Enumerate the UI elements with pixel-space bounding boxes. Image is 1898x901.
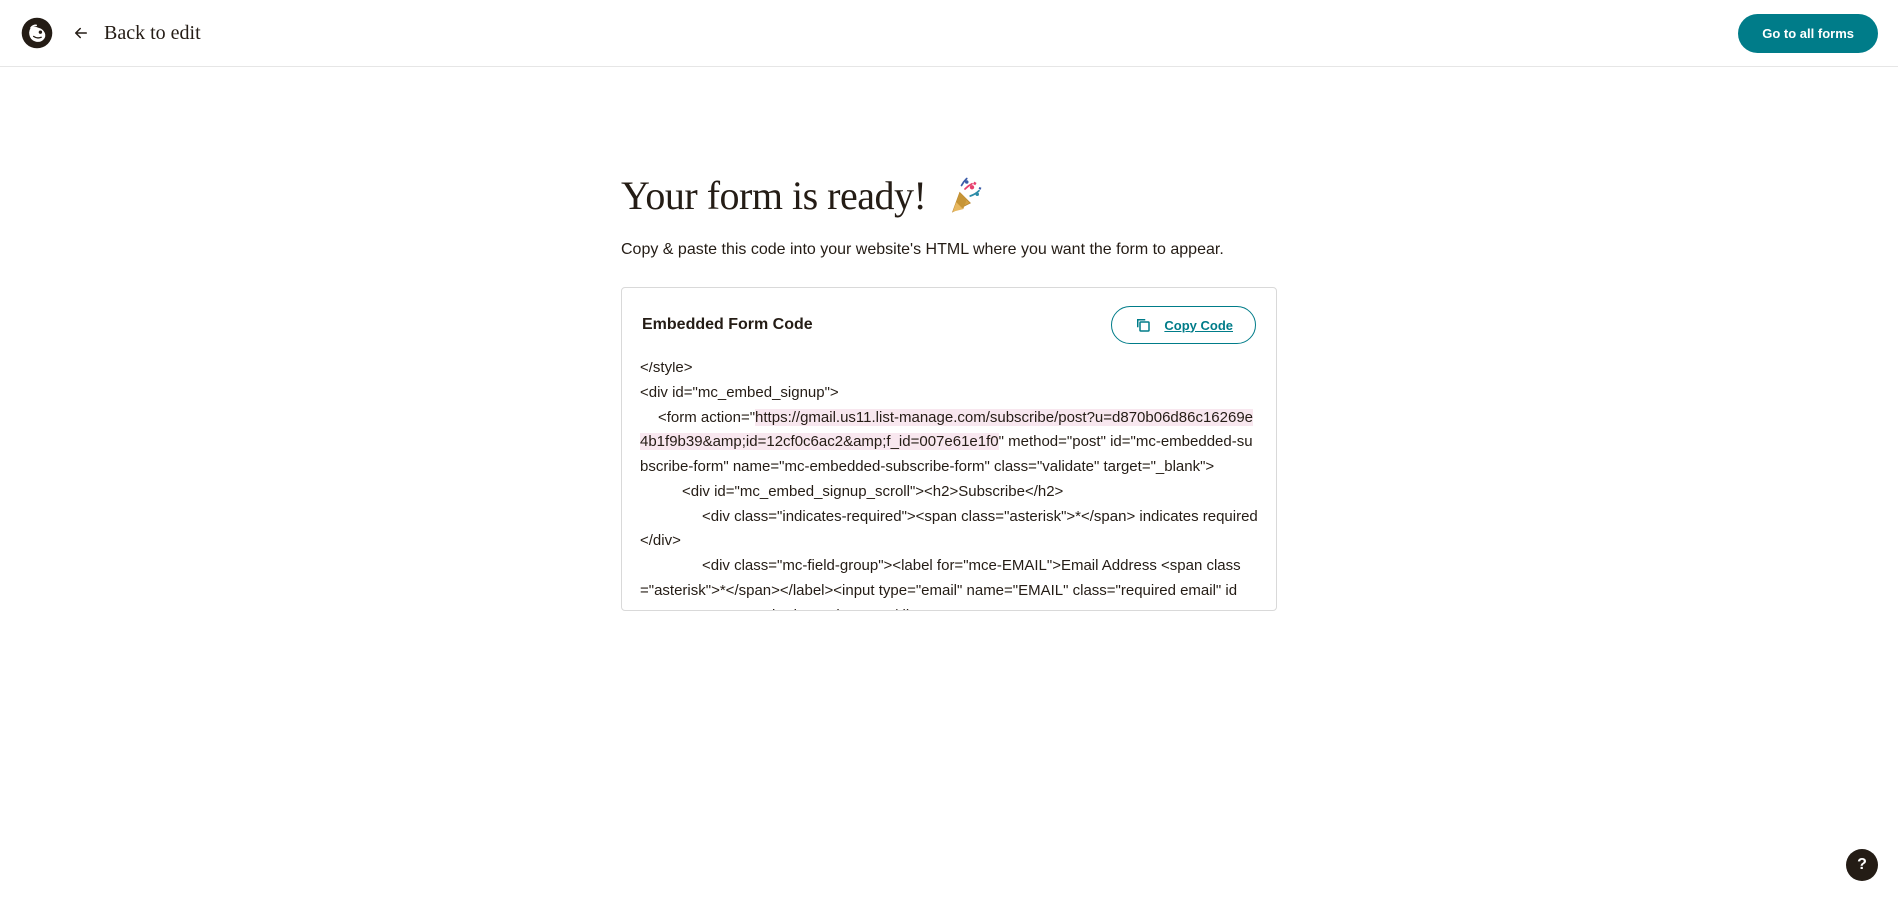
code-panel: Embedded Form Code Copy Code </style> <d… [621,287,1277,611]
back-label: Back to edit [104,22,201,45]
mailchimp-logo[interactable] [20,16,54,50]
code-line: <div class="indicates-required"><span cl… [640,505,1258,555]
mailchimp-logo-icon [20,16,54,50]
page-subtitle: Copy & paste this code into your website… [621,241,1277,259]
arrow-left-icon [72,24,90,42]
main-content: Your form is ready! Copy & paste this co… [621,67,1277,611]
title-row: Your form is ready! [621,172,1277,219]
copy-code-button[interactable]: Copy Code [1111,306,1256,344]
code-line: <div id="mc_embed_signup"> [640,381,1258,406]
page-title: Your form is ready! [621,172,926,219]
help-button[interactable]: ? [1846,849,1878,881]
copy-code-label: Copy Code [1164,318,1233,333]
header-left: Back to edit [20,16,201,50]
panel-title: Embedded Form Code [642,316,813,334]
header: Back to edit Go to all forms [0,0,1898,67]
form-action-pre: <form action=" [658,409,755,426]
panel-header: Embedded Form Code Copy Code [622,288,1276,362]
code-line: </style> [640,362,1258,381]
back-to-edit-link[interactable]: Back to edit [72,22,201,45]
go-to-all-forms-button[interactable]: Go to all forms [1738,14,1878,53]
code-line: <div id="mc_embed_signup_scroll"><h2>Sub… [640,480,1258,505]
party-popper-icon [944,175,986,217]
code-line: <div class="mc-field-group"><label for="… [640,554,1258,610]
code-line: <form action="https://gmail.us11.list-ma… [640,406,1258,480]
copy-icon [1134,316,1152,334]
code-textarea[interactable]: </style> <div id="mc_embed_signup"> <for… [622,362,1276,610]
